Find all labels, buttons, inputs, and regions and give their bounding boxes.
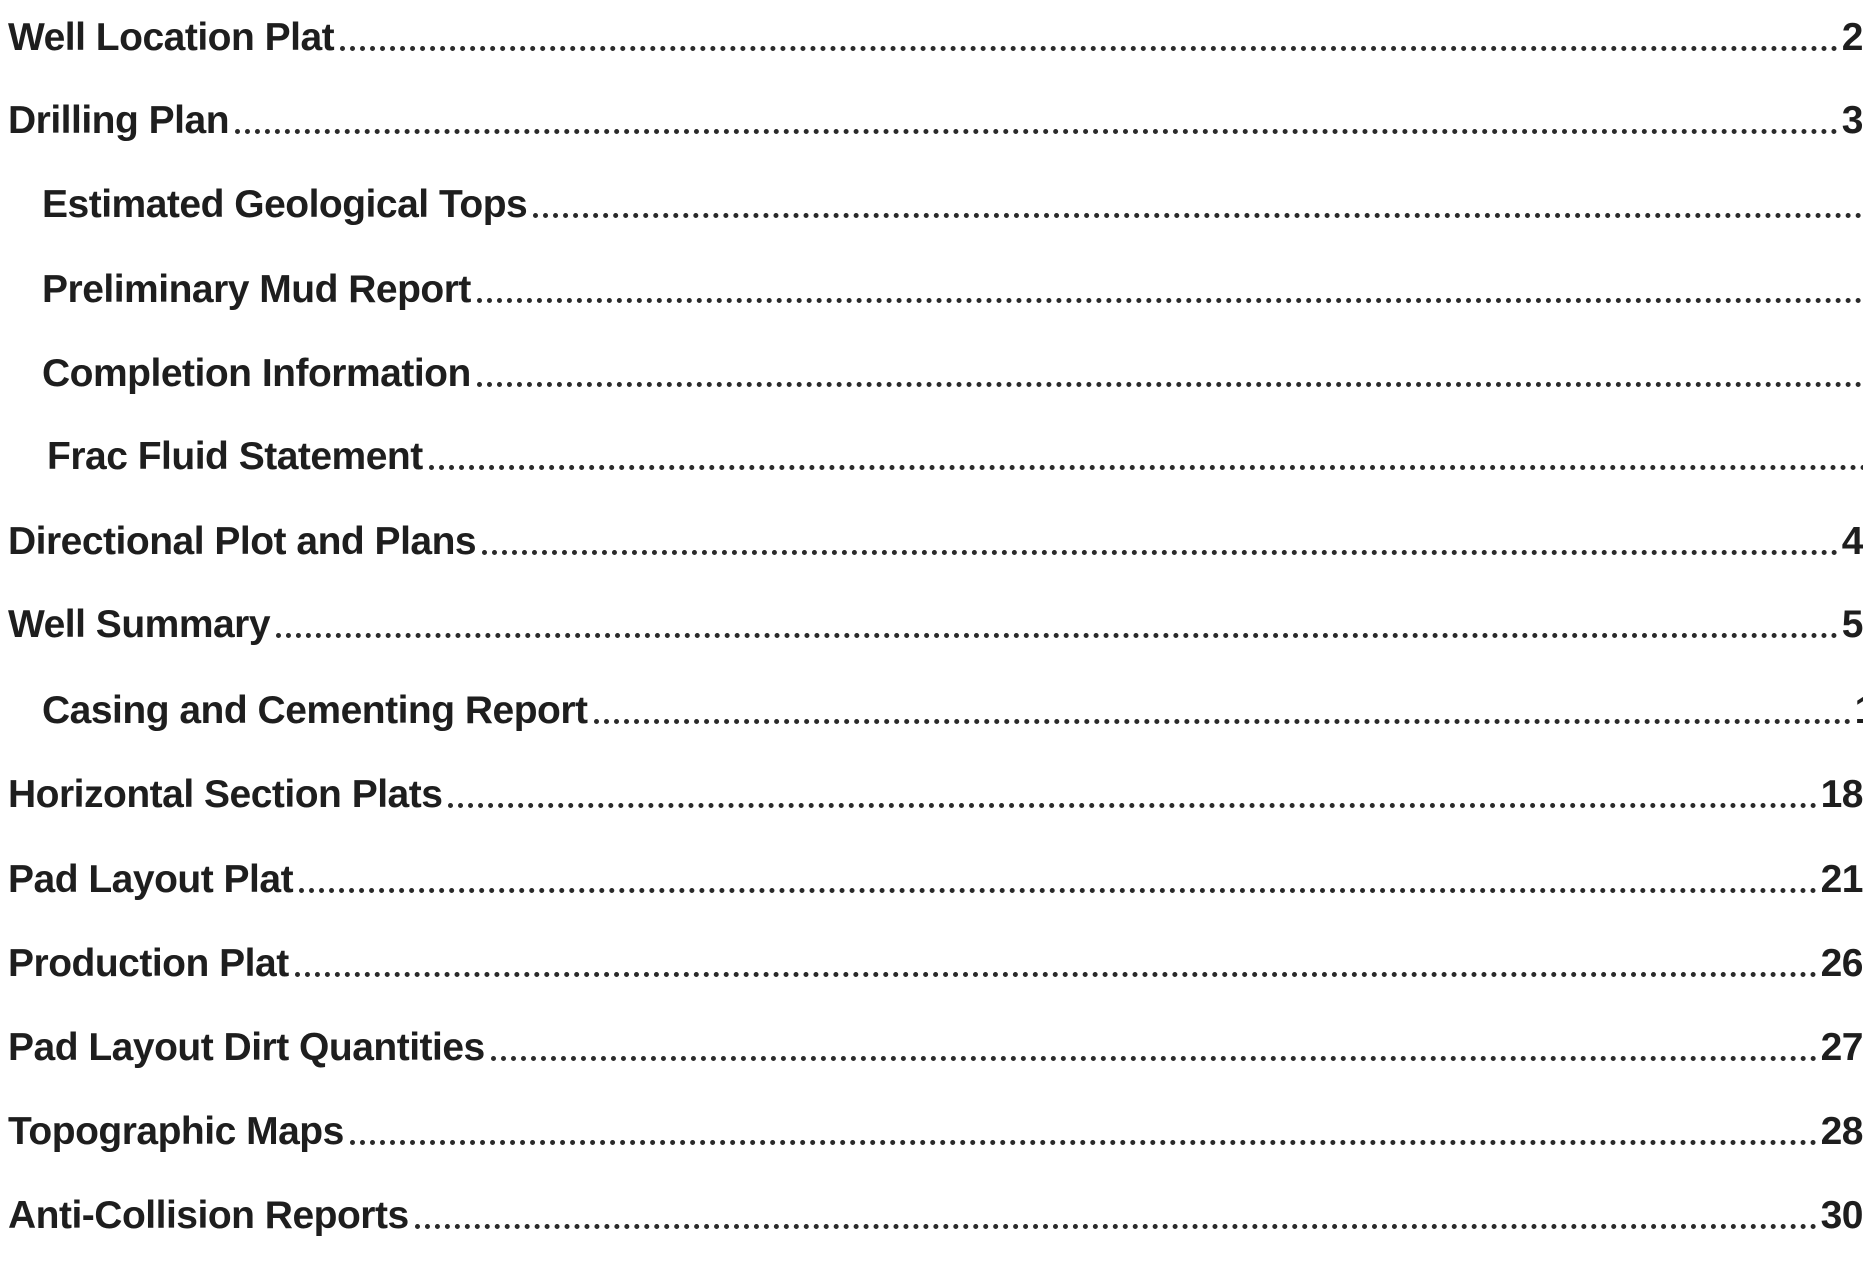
toc-entry-page-number: 26 — [1820, 942, 1863, 985]
toc-entry-horizontal-section-plats[interactable]: Horizontal Section Plats 18 — [0, 757, 1863, 817]
dot-leader — [340, 46, 1838, 51]
dot-leader — [428, 465, 1863, 470]
toc-entry-page-number: 4 — [1841, 520, 1863, 563]
toc-entry-title: Well Location Plat — [8, 16, 335, 59]
dot-leader — [299, 888, 1817, 893]
toc-entry-production-plat[interactable]: Production Plat 26 — [0, 926, 1863, 986]
toc-entry-directional-plot-and-plans[interactable]: Directional Plot and Plans 4 — [0, 504, 1863, 564]
toc-entry-title: Casing and Cementing Report — [42, 689, 588, 732]
toc-entry-drilling-plan[interactable]: Drilling Plan 3 — [0, 83, 1863, 143]
toc-entry-casing-and-cementing-report[interactable]: Casing and Cementing Report 14 — [0, 673, 1863, 733]
dot-leader — [476, 382, 1863, 387]
toc-entry-title: Directional Plot and Plans — [8, 520, 477, 563]
toc-entry-page-number: 18 — [1820, 773, 1863, 816]
dot-leader — [448, 803, 1817, 808]
toc-entry-pad-layout-plat[interactable]: Pad Layout Plat 21 — [0, 842, 1863, 902]
toc-entry-estimated-geological-tops[interactable]: Estimated Geological Tops 3 — [0, 167, 1863, 227]
dot-leader — [349, 1140, 1817, 1145]
toc-entry-completion-information[interactable]: Completion Information 3 — [0, 336, 1863, 396]
toc-entry-title: Drilling Plan — [8, 99, 230, 142]
dot-leader — [414, 1224, 1817, 1229]
toc-entry-title: Horizontal Section Plats — [8, 773, 443, 816]
toc-entry-preliminary-mud-report[interactable]: Preliminary Mud Report 3 — [0, 252, 1863, 312]
dot-leader — [235, 129, 1838, 134]
toc-entry-frac-fluid-statement[interactable]: Frac Fluid Statement 3 — [0, 419, 1863, 479]
toc-entry-page-number: 28 — [1820, 1110, 1863, 1153]
toc-entry-well-location-plat[interactable]: Well Location Plat 2 — [0, 0, 1863, 60]
toc-entry-anti-collision-reports[interactable]: Anti-Collision Reports 30 — [0, 1178, 1863, 1238]
toc-entry-page-number: 30 — [1820, 1194, 1863, 1237]
dot-leader — [294, 972, 1817, 977]
dot-leader — [482, 550, 1838, 555]
dot-leader — [276, 633, 1838, 638]
toc-entry-title: Pad Layout Plat — [8, 858, 294, 901]
toc-entry-page-number: 5 — [1841, 603, 1863, 646]
toc-entry-page-number: 21 — [1820, 858, 1863, 901]
toc-entry-pad-layout-dirt-quantities[interactable]: Pad Layout Dirt Quantities 27 — [0, 1010, 1863, 1070]
dot-leader — [490, 1056, 1817, 1061]
toc-entry-well-summary[interactable]: Well Summary 5 — [0, 587, 1863, 647]
toc-entry-title: Production Plat — [8, 942, 289, 985]
toc-entry-page-number: 2 — [1841, 16, 1863, 59]
toc-entry-title: Frac Fluid Statement — [47, 435, 423, 478]
toc-entry-title: Well Summary — [8, 603, 271, 646]
toc-entry-page-number: 14 — [1855, 689, 1863, 733]
toc-entry-page-number: 3 — [1841, 99, 1863, 142]
dot-leader — [533, 213, 1863, 218]
toc-entry-topographic-maps[interactable]: Topographic Maps 28 — [0, 1094, 1863, 1154]
toc-entry-title: Anti-Collision Reports — [8, 1194, 409, 1237]
toc-entry-title: Pad Layout Dirt Quantities — [8, 1026, 485, 1069]
toc-entry-title: Completion Information — [42, 352, 471, 395]
toc-entry-title: Preliminary Mud Report — [42, 268, 471, 311]
toc-entry-title: Estimated Geological Tops — [42, 183, 528, 226]
dot-leader — [476, 298, 1863, 303]
toc-entry-title: Topographic Maps — [8, 1110, 344, 1153]
table-of-contents: Well Location Plat 2 Drilling Plan 3 Est… — [0, 0, 1863, 1265]
dot-leader — [593, 719, 1851, 724]
toc-entry-page-number: 27 — [1820, 1026, 1863, 1069]
